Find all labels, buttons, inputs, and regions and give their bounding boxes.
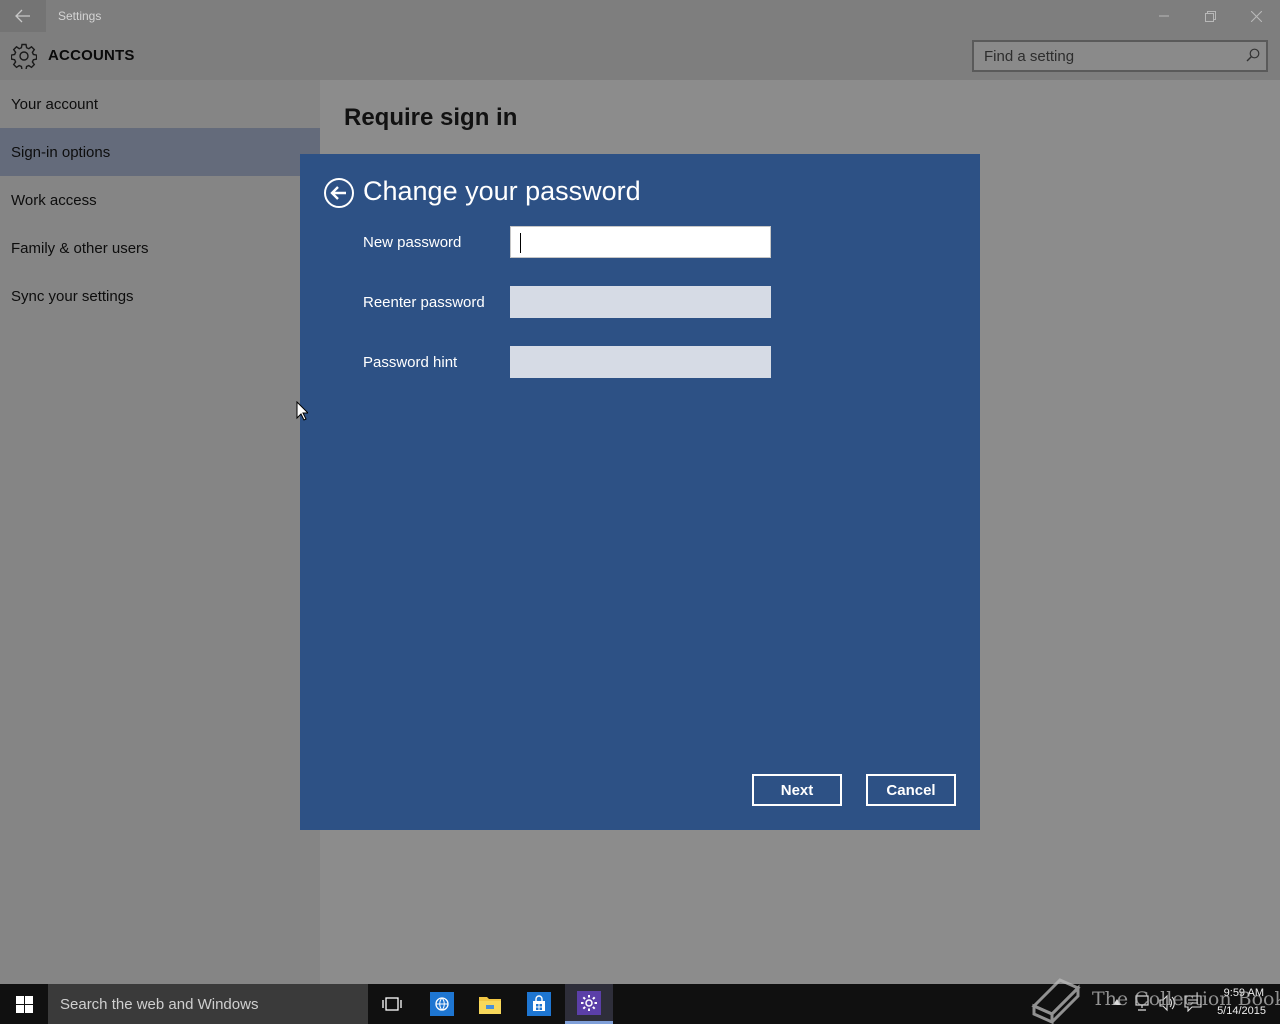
watermark-text: The Collection Book <box>1092 988 1280 1010</box>
file-explorer-app[interactable] <box>466 984 514 1024</box>
search-input[interactable] <box>974 42 1234 70</box>
settings-icon <box>577 990 601 1015</box>
password-hint-field[interactable] <box>510 346 771 378</box>
watermark: The Collection Book <box>1030 974 1280 1024</box>
minimize-icon <box>1159 15 1169 17</box>
taskbar-search-input[interactable] <box>48 984 368 1024</box>
page-header: ACCOUNTS <box>0 32 1280 80</box>
sidebar-item-label: Work access <box>11 191 97 209</box>
section-title: Require sign in <box>344 104 518 131</box>
next-button[interactable]: Next <box>752 774 842 806</box>
gear-icon <box>11 43 37 69</box>
settings-app[interactable] <box>565 984 613 1024</box>
dialog-back-button[interactable] <box>323 177 355 209</box>
search-icon <box>1246 48 1260 62</box>
back-button[interactable] <box>0 0 46 32</box>
sidebar-item-work-access[interactable]: Work access <box>0 176 320 224</box>
start-button[interactable] <box>0 984 48 1024</box>
window-title: Settings <box>58 9 102 23</box>
sidebar-item-label: Sign-in options <box>11 143 111 161</box>
new-password-field[interactable] <box>510 226 771 258</box>
book-logo-icon <box>1031 978 1081 1024</box>
task-view-icon <box>382 997 402 1011</box>
browser-app[interactable] <box>418 984 466 1024</box>
reenter-password-field[interactable] <box>510 286 771 318</box>
sidebar-item-label: Family & other users <box>11 239 149 257</box>
sidebar-item-your-account[interactable]: Your account <box>0 80 320 128</box>
change-password-dialog: Change your password New password Reente… <box>300 154 980 830</box>
file-explorer-icon <box>479 997 501 1014</box>
browser-icon <box>430 992 454 1016</box>
sidebar-item-label: Your account <box>11 95 99 113</box>
close-button[interactable] <box>1233 0 1279 32</box>
restore-icon <box>1204 10 1216 22</box>
task-view-button[interactable] <box>368 984 416 1024</box>
store-app[interactable] <box>515 984 563 1024</box>
dialog-title: Change your password <box>363 176 641 206</box>
sidebar-item-sync-settings[interactable]: Sync your settings <box>0 272 320 320</box>
title-bar: Settings <box>0 0 1280 32</box>
cancel-button[interactable]: Cancel <box>866 774 956 806</box>
sidebar-item-family-other-users[interactable]: Family & other users <box>0 224 320 272</box>
password-hint-label: Password hint <box>363 354 458 371</box>
new-password-label: New password <box>363 234 462 251</box>
page-title: ACCOUNTS <box>48 47 135 64</box>
sidebar-item-label: Sync your settings <box>11 287 134 305</box>
text-caret <box>520 233 521 253</box>
arrow-left-icon <box>15 9 30 23</box>
reenter-password-label: Reenter password <box>363 294 485 311</box>
minimize-button[interactable] <box>1141 0 1187 32</box>
maximize-button[interactable] <box>1187 0 1233 32</box>
taskbar-search[interactable] <box>48 984 368 1024</box>
sidebar: Your account Sign-in options Work access… <box>0 80 320 984</box>
close-icon <box>1250 10 1262 22</box>
settings-search[interactable] <box>972 40 1268 72</box>
windows-logo-icon <box>15 995 33 1013</box>
mouse-cursor-icon <box>296 401 308 421</box>
sidebar-item-sign-in-options[interactable]: Sign-in options <box>0 128 320 176</box>
store-icon <box>527 992 551 1016</box>
